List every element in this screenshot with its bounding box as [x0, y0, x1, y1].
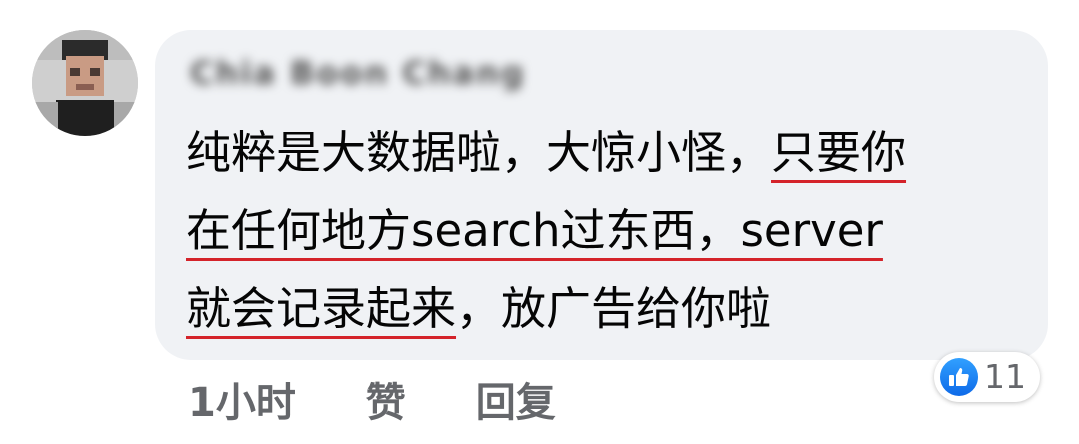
- comment-segment-underlined: 只要你: [771, 126, 907, 179]
- reply-button[interactable]: 回复: [476, 370, 556, 428]
- reaction-summary[interactable]: 11: [934, 352, 1040, 402]
- comment-author[interactable]: Chia Boon Chang: [190, 54, 560, 96]
- comment-segment: 纯粹是大数据啦，大惊小怪，: [186, 126, 772, 179]
- avatar[interactable]: [32, 30, 138, 136]
- comment-segment-underlined: 在任何地方search过东西，server: [186, 204, 883, 257]
- reaction-count: 11: [984, 357, 1026, 396]
- timestamp[interactable]: 1小时: [188, 370, 296, 428]
- avatar-image: [32, 30, 138, 136]
- comment-line: 纯粹是大数据啦，大惊小怪，只要你: [186, 114, 1036, 192]
- comment-actions: 1小时 赞 回复: [188, 370, 556, 428]
- comment-text: 纯粹是大数据啦，大惊小怪，只要你 在任何地方search过东西，server 就…: [186, 114, 1036, 348]
- thumbs-up-icon: [940, 358, 978, 396]
- comment-line: 就会记录起来，放广告给你啦: [186, 270, 1036, 348]
- like-button[interactable]: 赞: [366, 370, 406, 428]
- comment-line: 在任何地方search过东西，server: [186, 192, 1036, 270]
- comment-segment: ，放广告给你啦: [456, 282, 772, 335]
- comment-segment-underlined: 就会记录起来: [186, 282, 457, 335]
